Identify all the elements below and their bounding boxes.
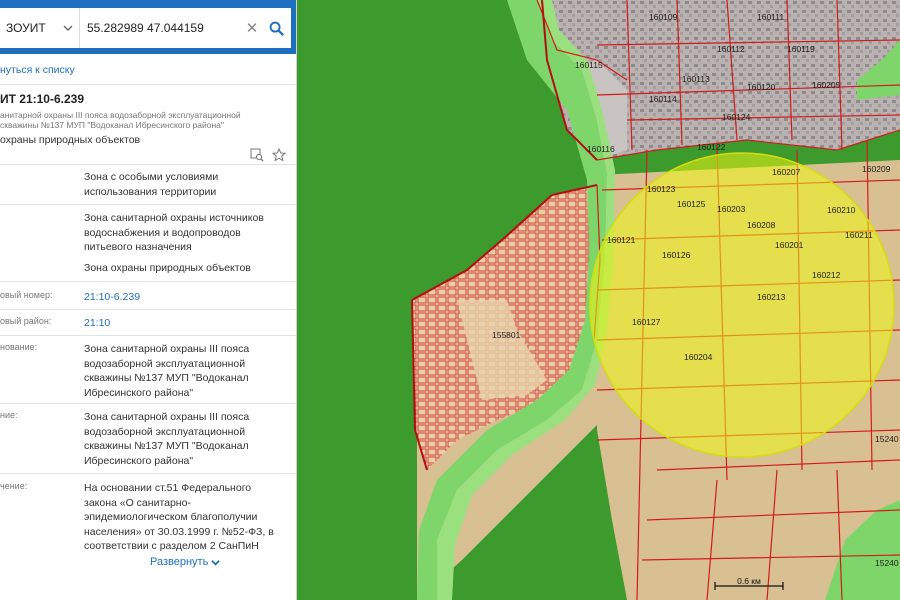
- attr-value-text: Зона с особыми условиями использования т…: [84, 171, 219, 198]
- attr-value: Зона с особыми условиями использования т…: [84, 170, 284, 199]
- object-actions: [250, 147, 287, 162]
- parcel-label: 15240: [875, 434, 899, 444]
- map-view[interactable]: 160109 160111 160112 160119 160115 16011…: [297, 0, 900, 600]
- parcel-label: 160207: [772, 167, 801, 177]
- parcel-label: 160109: [649, 12, 678, 22]
- divider: [0, 204, 296, 205]
- divider: [0, 84, 296, 85]
- search-box: ЗОУИТ ✕: [0, 8, 291, 48]
- attr-label: нование:: [0, 342, 38, 352]
- parcel-label: 160201: [775, 240, 804, 250]
- attr-value-text: 21:10: [84, 317, 111, 329]
- attr-value-text: Зона санитарной охраны III пояса водозаб…: [84, 411, 250, 467]
- selected-zone-circle[interactable]: [589, 152, 895, 458]
- divider: [0, 309, 296, 310]
- close-icon[interactable]: ✕: [243, 19, 261, 37]
- parcel-label: 155801: [492, 330, 521, 340]
- layer-select[interactable]: ЗОУИТ: [0, 8, 80, 48]
- parcel-label: 160204: [684, 352, 713, 362]
- attr-value-text: На основании ст.51 Федерального закона «…: [84, 482, 274, 552]
- parcel-label: 160213: [757, 292, 786, 302]
- expand-button[interactable]: Развернуть: [150, 556, 221, 568]
- attr-value-text: Зона санитарной охраны III пояса водозаб…: [84, 343, 250, 399]
- parcel-label: 160210: [827, 205, 856, 215]
- divider: [0, 281, 296, 282]
- app: ЗОУИТ ✕ нуться к списку ИТ 21:10-6.239 а…: [0, 0, 900, 600]
- attr-value: Зона санитарной охраны источников водосн…: [84, 211, 284, 275]
- attr-value: На основании ст.51 Федерального закона «…: [84, 481, 284, 554]
- layer-select-value: ЗОУИТ: [6, 21, 46, 35]
- parcel-label: 160120: [747, 82, 776, 92]
- parcel-label: 160209: [862, 164, 891, 174]
- attr-label: ние:: [0, 410, 18, 420]
- chevron-down-icon: [211, 559, 221, 566]
- parcel-label: 160116: [587, 144, 615, 154]
- parcel-label: 160115: [575, 60, 603, 70]
- attr-label: овый номер:: [0, 290, 53, 300]
- parcel-label: 160203: [717, 204, 746, 214]
- star-icon[interactable]: [271, 147, 287, 162]
- parcel-label: 160119: [787, 44, 815, 54]
- parcel-label: 160114: [649, 94, 677, 104]
- zoom-to-object-icon[interactable]: [250, 148, 264, 162]
- divider: [0, 335, 296, 336]
- attr-value-text: 21:10-6.239: [84, 291, 141, 303]
- attr-value: Зона санитарной охраны III пояса водозаб…: [84, 410, 284, 468]
- parcel-label: 160122: [697, 142, 726, 152]
- attr-value-text: Зона санитарной охраны источников водосн…: [84, 212, 264, 253]
- coordinates-input[interactable]: [80, 10, 243, 46]
- object-subtitle: анитарной охраны III пояса водозаборной …: [0, 110, 241, 130]
- parcel-label: 160123: [647, 184, 676, 194]
- attr-label: чение:: [0, 481, 28, 491]
- parcel-label: 160112: [717, 44, 745, 54]
- search-button[interactable]: [261, 8, 291, 48]
- district-link[interactable]: 21:10: [84, 316, 284, 331]
- object-title: ИТ 21:10-6.239: [0, 92, 85, 106]
- parcel-label: 160211: [845, 230, 873, 240]
- parcel-label: 160127: [632, 317, 661, 327]
- chevron-down-icon: [63, 25, 73, 31]
- map-canvas[interactable]: 160109 160111 160112 160119 160115 16011…: [297, 0, 900, 600]
- parcel-label: 160126: [662, 250, 691, 260]
- parcel-label: 160121: [607, 235, 636, 245]
- parcel-label: 160205: [812, 80, 841, 90]
- back-to-list-link[interactable]: нуться к списку: [0, 64, 75, 76]
- attr-value: Зона санитарной охраны III пояса водозаб…: [84, 342, 284, 400]
- search-icon: [269, 21, 284, 36]
- parcel-label: 160113: [682, 74, 710, 84]
- parcel-label: 160208: [747, 220, 776, 230]
- parcel-label: 160124: [722, 112, 751, 122]
- scale-label: 0.6 км: [737, 576, 761, 586]
- parcel-label: 160111: [757, 12, 784, 22]
- expand-label: Развернуть: [150, 556, 209, 568]
- parcel-label: 160125: [677, 199, 706, 209]
- object-type: охраны природных объектов: [0, 134, 141, 146]
- parcel-label: 160212: [812, 270, 841, 280]
- search-bar: ЗОУИТ ✕: [0, 0, 296, 54]
- divider: [0, 164, 296, 165]
- registry-number-link[interactable]: 21:10-6.239: [84, 290, 284, 305]
- attr-value-text: Зона охраны природных объектов: [84, 261, 251, 274]
- parcel-label: 15240: [875, 558, 899, 568]
- divider: [0, 473, 296, 474]
- divider: [0, 403, 296, 404]
- info-panel: ЗОУИТ ✕ нуться к списку ИТ 21:10-6.239 а…: [0, 0, 297, 600]
- attr-label: овый район:: [0, 316, 52, 326]
